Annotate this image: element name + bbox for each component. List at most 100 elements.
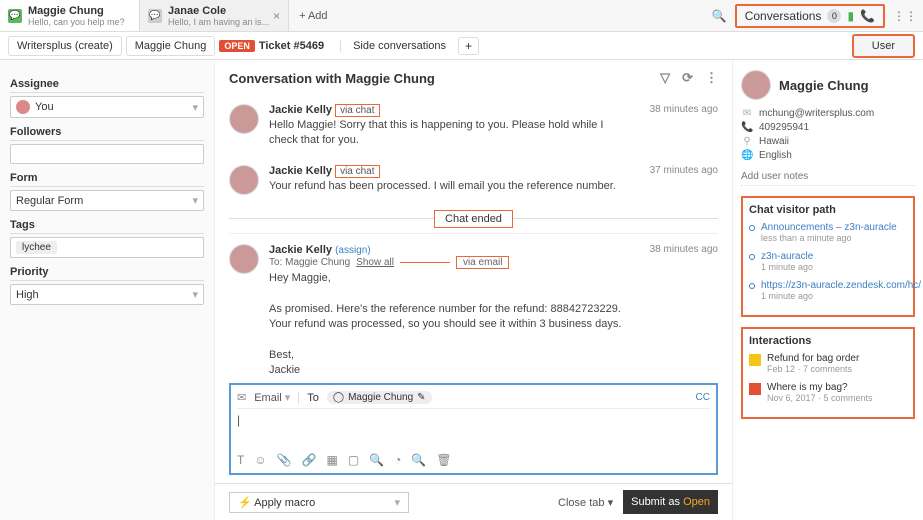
chat-ended-divider: Chat ended [229, 211, 718, 225]
message-text: Hey Maggie, As promised. Here's the refe… [269, 271, 632, 375]
tag-chip: lychee [16, 241, 57, 254]
reply-textarea[interactable]: | [237, 409, 710, 449]
more-icon[interactable]: ⋮ [705, 70, 718, 86]
edit-icon[interactable]: ✎ [417, 392, 425, 403]
ticket-status-icon [749, 383, 761, 395]
message-time: 37 minutes ago [650, 165, 718, 195]
user-name: Maggie Chung [779, 78, 869, 93]
text-format-icon[interactable]: T [237, 453, 244, 467]
macro-select[interactable]: ⚡ Apply macro▾ [229, 492, 409, 513]
apps-grid-icon[interactable]: ⋮⋮ [893, 9, 917, 23]
cc-button[interactable]: CC [696, 392, 710, 403]
close-tab-icon[interactable]: × [273, 9, 280, 23]
priority-label: Priority [10, 266, 204, 281]
link-icon[interactable]: 🔗 [302, 453, 317, 467]
avatar [229, 244, 259, 274]
clock-icon[interactable]: ◔ [394, 453, 401, 467]
add-tab-button[interactable]: + Add [289, 10, 337, 22]
chat-message: Jackie Kelly via chat Your refund has be… [229, 157, 718, 203]
priority-field[interactable]: High▾ [10, 284, 204, 305]
user-language: English [759, 150, 792, 161]
followers-label: Followers [10, 126, 204, 141]
conversation-title: Conversation with Maggie Chung [229, 71, 435, 86]
channel-select[interactable]: Email ▾ [254, 391, 290, 404]
status-badge: OPEN [219, 40, 255, 52]
conversations-button[interactable]: Conversations 0 ▮ 📞 [735, 4, 885, 28]
ticket-fields-panel: Assignee You ▾ Followers Form Regular Fo… [0, 60, 215, 520]
assign-link[interactable]: (assign) [335, 245, 371, 256]
interaction-item[interactable]: Where is my bag?Nov 6, 2017 · 5 comments [749, 382, 907, 403]
via-chat-badge: via chat [335, 165, 379, 178]
chat-visitor-path-panel: Chat visitor path Announcements – z3n-au… [741, 196, 915, 317]
path-dot-icon [749, 254, 755, 260]
conversation-tab-1[interactable]: 💬 Maggie Chung Hello, can you help me? [0, 0, 140, 31]
trash-icon[interactable]: 🗑 [436, 453, 451, 467]
user-location: Hawaii [759, 136, 789, 147]
assignee-value: You [35, 101, 54, 113]
interactions-title: Interactions [749, 335, 907, 347]
insert-icon[interactable]: ▦ [327, 453, 338, 467]
path-dot-icon [749, 225, 755, 231]
path-item[interactable]: z3n-auracle1 minute ago [749, 251, 907, 272]
chat-ended-label: Chat ended [434, 210, 513, 228]
path-item[interactable]: Announcements – z3n-auracleless than a m… [749, 222, 907, 243]
tab-subtitle: Hello, I am having an is... [168, 17, 269, 27]
person-icon: ◯ [333, 392, 344, 403]
user-email: mchung@writersplus.com [759, 108, 874, 119]
interaction-item[interactable]: Refund for bag orderFeb 12 · 7 comments [749, 353, 907, 374]
conversation-tab-2[interactable]: 💬 Janae Cole Hello, I am having an is...… [140, 0, 289, 31]
followers-field[interactable] [10, 144, 204, 164]
avatar [229, 104, 259, 134]
tags-label: Tags [10, 219, 204, 234]
to-label: To [298, 392, 319, 404]
side-conversations-tab[interactable]: Side conversations [340, 40, 446, 52]
search-icon[interactable]: 🔍 [712, 9, 727, 23]
close-tab-button[interactable]: Close tab ▾ [558, 496, 613, 509]
user-button[interactable]: User [852, 34, 915, 58]
history-icon[interactable]: ⟳ [682, 70, 693, 86]
interactions-panel: Interactions Refund for bag orderFeb 12 … [741, 327, 915, 419]
via-email-badge: via email [456, 256, 509, 269]
submit-button[interactable]: Submit as Open [623, 490, 718, 514]
add-side-conversation[interactable]: + [458, 37, 479, 55]
via-chat-badge: via chat [335, 104, 379, 117]
callout-line [400, 262, 450, 263]
assignee-label: Assignee [10, 78, 204, 93]
org-crumb[interactable]: Writersplus (create) [8, 36, 122, 56]
composer-toolbar: T ☺ 📎 🔗 ▦ ▢ 🔍 ◔ 🔍 🗑 [237, 449, 710, 467]
conversation-panel: Conversation with Maggie Chung ▽ ⟳ ⋮ Jac… [215, 60, 733, 520]
filter-icon[interactable]: ▽ [660, 70, 670, 86]
avatar [741, 70, 771, 100]
chat-icon: ▮ [847, 9, 854, 23]
message-time: 38 minutes ago [650, 244, 718, 375]
search-icon[interactable]: 🔍 [411, 453, 426, 467]
path-item[interactable]: https://z3n-auracle.zendesk.com/hc/1 min… [749, 280, 907, 301]
email-icon: ✉ [741, 108, 753, 119]
message-text: Hello Maggie! Sorry that this is happeni… [269, 118, 632, 149]
message-author: Jackie Kelly [269, 104, 332, 116]
preview-icon[interactable]: 🔍 [369, 453, 384, 467]
assignee-field[interactable]: You ▾ [10, 96, 204, 118]
reply-composer: ✉ Email ▾ To ◯ Maggie Chung ✎ CC | T ☺ 📎… [229, 383, 718, 475]
recipient-chip[interactable]: ◯ Maggie Chung ✎ [327, 391, 432, 404]
show-all-link[interactable]: Show all [356, 257, 394, 268]
ticket-status-icon [749, 354, 761, 366]
tags-field[interactable]: lychee [10, 237, 204, 258]
knowledge-icon[interactable]: ▢ [348, 453, 359, 467]
user-notes-input[interactable] [741, 168, 915, 186]
tab-title: Janae Cole [168, 5, 269, 17]
top-tabs: 💬 Maggie Chung Hello, can you help me? 💬… [0, 0, 923, 32]
tab-subtitle: Hello, can you help me? [28, 17, 131, 27]
phone-icon: 📞 [860, 9, 875, 23]
avatar [16, 100, 30, 114]
emoji-icon[interactable]: ☺ [254, 453, 266, 467]
chat-bubble-icon: 💬 [148, 9, 162, 23]
form-label: Form [10, 172, 204, 187]
context-panel: Maggie Chung ✉mchung@writersplus.com 📞40… [733, 60, 923, 520]
form-field[interactable]: Regular Form▾ [10, 190, 204, 211]
requester-crumb[interactable]: Maggie Chung [126, 36, 216, 56]
attach-icon[interactable]: 📎 [277, 453, 292, 467]
chat-bubble-icon: 💬 [8, 9, 22, 23]
globe-icon: 🌐 [741, 150, 753, 161]
location-icon: ⚲ [741, 136, 753, 147]
